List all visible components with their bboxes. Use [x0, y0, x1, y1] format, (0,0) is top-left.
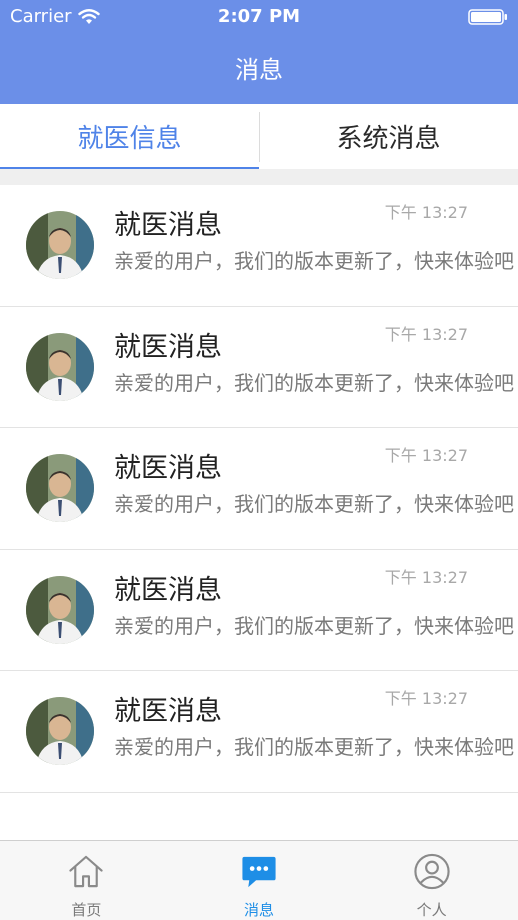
avatar [26, 332, 94, 401]
message-preview: 亲爱的用户，我们的版本更新了，快来体验吧 [114, 492, 514, 516]
tab-medical-info[interactable]: 就医信息 [0, 104, 259, 169]
page-title: 消息 [235, 56, 283, 84]
home-icon [69, 855, 104, 888]
status-bar: Carrier 2:07 PM [0, 0, 518, 34]
header: Carrier 2:07 PM 消息 [0, 0, 518, 104]
message-time: 下午 13:27 [384, 446, 468, 465]
avatar [26, 211, 94, 279]
message-title: 就医消息 [114, 453, 222, 484]
avatar [26, 697, 94, 765]
status-time: 2:07 PM [217, 6, 301, 27]
message-row[interactable]: 就医消息 下午 13:27 亲爱的用户，我们的版本更新了，快来体验吧 [0, 671, 518, 793]
tabbar-label-messages: 消息 [244, 901, 275, 919]
message-preview: 亲爱的用户，我们的版本更新了，快来体验吧 [114, 249, 514, 273]
message-title: 就医消息 [114, 696, 222, 727]
tab-system-messages[interactable]: 系统消息 [259, 104, 518, 169]
avatar [26, 454, 94, 522]
tab-divider [259, 112, 260, 162]
chat-bubble-icon [242, 856, 276, 888]
message-list: 就医消息 下午 13:27 亲爱的用户，我们的版本更新了，快来体验吧 就医消息 … [0, 185, 518, 793]
message-title: 就医消息 [114, 574, 222, 606]
message-time: 下午 13:27 [384, 203, 468, 222]
tabbar-item-messages[interactable]: 消息 [173, 841, 346, 920]
message-title: 就医消息 [114, 331, 222, 363]
message-row[interactable]: 就医消息 下午 13:27 亲爱的用户，我们的版本更新了，快来体验吧 [0, 428, 518, 550]
message-title: 就医消息 [114, 210, 222, 241]
bottom-tab-bar: 首页 消息 个人 [0, 840, 518, 920]
tabbar-item-home[interactable]: 首页 [0, 841, 173, 920]
tabbar-label-profile: 个人 [416, 901, 447, 919]
message-time: 下午 13:27 [384, 567, 468, 587]
message-preview: 亲爱的用户，我们的版本更新了，快来体验吧 [114, 735, 514, 759]
message-preview: 亲爱的用户，我们的版本更新了，快来体验吧 [114, 613, 514, 638]
person-icon [414, 853, 450, 890]
battery-icon [468, 9, 507, 25]
app-screen: Carrier 2:07 PM 消息 就医信息 系统消息 就医消息 下午 13:… [0, 0, 518, 920]
avatar [26, 575, 94, 644]
tabbar-item-profile[interactable]: 个人 [345, 841, 518, 920]
section-gap [0, 169, 518, 185]
tabbar-label-home: 首页 [71, 901, 102, 919]
message-row[interactable]: 就医消息 下午 13:27 亲爱的用户，我们的版本更新了，快来体验吧 [0, 549, 518, 671]
message-row[interactable]: 就医消息 下午 13:27 亲爱的用户，我们的版本更新了，快来体验吧 [0, 185, 518, 307]
message-time: 下午 13:27 [384, 689, 468, 708]
message-preview: 亲爱的用户，我们的版本更新了，快来体验吧 [114, 370, 514, 395]
message-row[interactable]: 就医消息 下午 13:27 亲爱的用户，我们的版本更新了，快来体验吧 [0, 306, 518, 428]
message-time: 下午 13:27 [384, 324, 468, 344]
